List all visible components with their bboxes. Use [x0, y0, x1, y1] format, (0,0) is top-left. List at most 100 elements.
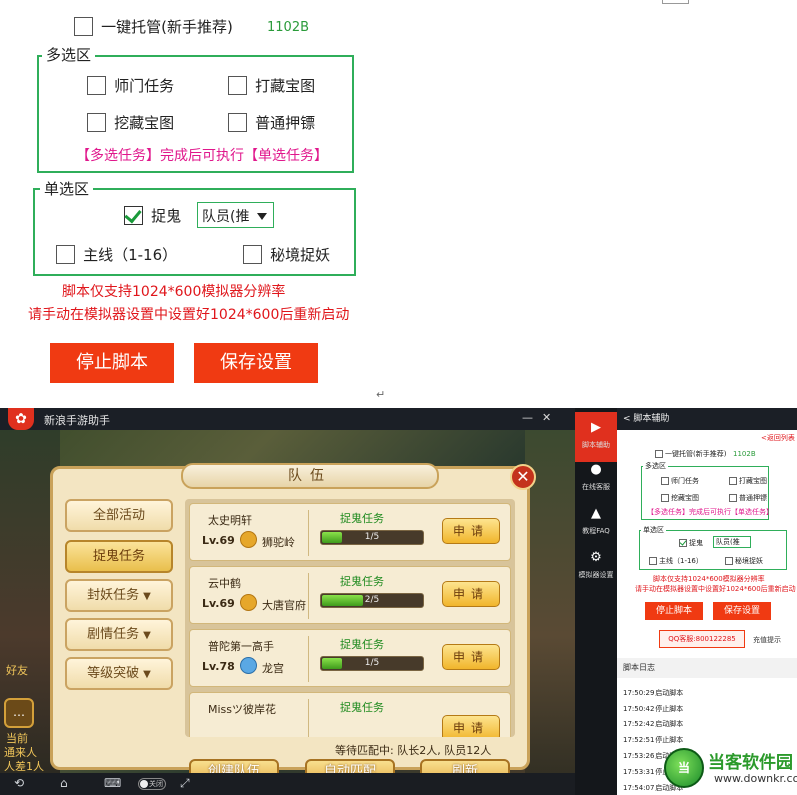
helper-checkbox[interactable] [679, 539, 687, 547]
escort-checkbox[interactable] [228, 113, 247, 132]
tab-level-breakthrough[interactable]: 等级突破 ▼ [65, 657, 173, 690]
chevron-down-icon: ▼ [143, 591, 151, 602]
toggle-switch[interactable]: 关闭 [138, 778, 166, 790]
secret-checkbox[interactable] [243, 245, 262, 264]
tab-all-activities[interactable]: 全部活动 [65, 499, 173, 532]
helper-option-shimen[interactable]: 师门任务 [661, 476, 699, 486]
option-mainline[interactable]: 主线（1-16） [56, 244, 177, 265]
option-shimen[interactable]: 师门任务 [87, 75, 174, 96]
escort-label: 普通押镖 [255, 114, 316, 132]
keyboard-icon[interactable]: ⌨ [104, 776, 121, 790]
helper-checkbox[interactable] [725, 557, 733, 565]
helper-option-ghost[interactable]: 捉鬼 [679, 538, 703, 548]
team-row: 云中鹤 Lv.69 大唐官府 捉鬼任务 2/5 申请 [189, 566, 511, 624]
chat-icon[interactable]: … [4, 698, 34, 728]
treasure-hit-label: 打藏宝图 [255, 77, 316, 95]
resolution-warning: 脚本仅支持1024*600模拟器分辨率 [62, 284, 286, 300]
matching-status: 等待匹配中: 队长2人, 队员12人 [335, 744, 492, 757]
helper-stop-button[interactable]: 停止脚本 [645, 602, 703, 620]
tab-label: 全部活动 [92, 508, 145, 523]
team-leader-name: 太史明轩 [208, 514, 252, 527]
qq-service-button[interactable]: QQ客服:800122285 [659, 630, 745, 648]
team-level: Lv.69 [202, 597, 235, 610]
apply-button[interactable]: 申请 [442, 715, 500, 737]
role-select-value: 队员(推 [202, 209, 250, 225]
chevron-down-icon: ▼ [143, 630, 151, 641]
sidenav-label: 在线客服 [582, 483, 610, 491]
sidenav-item-emulator-settings[interactable]: ⚙ 模拟器设置 [575, 542, 617, 592]
auto-match-button[interactable]: 自动匹配 [305, 759, 395, 773]
helper-option-label: 捉鬼 [689, 539, 703, 547]
helper-auto-host[interactable]: 一键托管(新手推荐) [655, 449, 726, 459]
log-row: 17:52:51 停止脚本 [623, 735, 683, 745]
fullscreen-icon[interactable]: ⤢ [180, 776, 190, 791]
back-icon[interactable]: ⟲ [14, 776, 24, 790]
back-to-list-link[interactable]: <返回列表 [761, 433, 795, 443]
helper-option-mainline[interactable]: 主线（1-16） [649, 556, 703, 566]
helper-option-secret[interactable]: 秘境捉妖 [725, 556, 763, 566]
apply-button[interactable]: 申请 [442, 518, 500, 544]
home-icon[interactable]: ⌂ [60, 776, 68, 790]
helper-role-value: 队员(推 [716, 538, 740, 546]
multi-task-note: 【多选任务】完成后可执行【单选任务】 [76, 148, 328, 164]
helper-option-label: 主线（1-16） [659, 557, 703, 565]
option-treasure-dig[interactable]: 挖藏宝图 [87, 112, 174, 133]
helper-option-label: 打藏宝图 [739, 477, 767, 485]
helper-checkbox[interactable] [661, 494, 669, 502]
team-sect: 大唐官府 [262, 599, 306, 612]
helper-option-label: 师门任务 [671, 477, 699, 485]
save-settings-button[interactable]: 保存设置 [194, 343, 318, 383]
helper-option-escort[interactable]: 普通押镖 [729, 493, 767, 503]
team-task: 捉鬼任务 [340, 638, 384, 651]
treasure-hit-checkbox[interactable] [228, 76, 247, 95]
team-progress-text: 2/5 [364, 595, 380, 605]
team-sect: 狮驼岭 [262, 536, 295, 549]
stop-script-button[interactable]: 停止脚本 [50, 343, 174, 383]
helper-header[interactable]: < 脚本辅助 [617, 408, 797, 430]
helper-warning-2: 请手动在模拟器设置中设置好1024*600后重新启动 [635, 585, 796, 593]
helper-option-treasure-hit[interactable]: 打藏宝图 [729, 476, 767, 486]
sidenav-item-faq[interactable]: ▲ 教程FAQ [575, 498, 617, 548]
team-list[interactable]: 太史明轩 Lv.69 狮驼岭 捉鬼任务 1/5 申请 云中鹤 Lv.69 大唐官… [185, 499, 515, 737]
tab-seal-demon[interactable]: 封妖任务 ▼ [65, 579, 173, 612]
treasure-dig-checkbox[interactable] [87, 113, 106, 132]
helper-role-select[interactable]: 队员(推 [713, 536, 751, 548]
minimize-icon[interactable]: — [522, 411, 533, 424]
tab-story-task[interactable]: 剧情任务 ▼ [65, 618, 173, 651]
graduation-cap-icon: ▲ [591, 506, 601, 521]
helper-auto-host-checkbox[interactable] [655, 450, 663, 458]
apply-button[interactable]: 申请 [442, 581, 500, 607]
option-treasure-hit[interactable]: 打藏宝图 [228, 75, 315, 96]
log-time: 17:53:26 [623, 752, 655, 760]
tab-ghost-task[interactable]: 捉鬼任务 [65, 540, 173, 573]
log-time: 17:54:07 [623, 784, 655, 792]
ghost-checkbox[interactable] [124, 206, 143, 225]
role-select[interactable]: 队员(推 [197, 202, 274, 228]
option-ghost[interactable]: 捉鬼 [124, 205, 181, 226]
mainline-checkbox[interactable] [56, 245, 75, 264]
ghost-label: 捉鬼 [151, 207, 182, 225]
close-window-icon[interactable]: ✕ [542, 411, 551, 424]
refresh-button[interactable]: 刷新 [420, 759, 510, 773]
team-row: 普陀第一高手 Lv.78 龙宫 捉鬼任务 1/5 申请 [189, 629, 511, 687]
terminal-icon: ▶ [591, 420, 601, 435]
option-secret[interactable]: 秘境捉妖 [243, 244, 330, 265]
dropdown-arrow-icon [257, 213, 267, 220]
helper-checkbox[interactable] [649, 557, 657, 565]
helper-checkbox[interactable] [661, 477, 669, 485]
close-panel-icon[interactable]: ✕ [510, 464, 536, 490]
helper-save-button[interactable]: 保存设置 [713, 602, 771, 620]
helper-checkbox[interactable] [729, 477, 737, 485]
sidenav-item-service[interactable]: ● 在线客服 [575, 454, 617, 504]
sect-dragon-icon [240, 657, 257, 674]
helper-option-treasure-dig[interactable]: 挖藏宝图 [661, 493, 699, 503]
shimen-checkbox[interactable] [87, 76, 106, 95]
option-escort[interactable]: 普通押镖 [228, 112, 315, 133]
tab-label: 捉鬼任务 [92, 549, 145, 564]
create-team-button[interactable]: 创建队伍 [189, 759, 279, 773]
apply-button[interactable]: 申请 [442, 644, 500, 670]
auto-host-checkbox[interactable] [74, 17, 93, 36]
recharge-tip[interactable]: 充值提示 [753, 635, 781, 645]
helper-checkbox[interactable] [729, 494, 737, 502]
auto-host-option[interactable]: 一键托管(新手推荐) [74, 16, 233, 37]
